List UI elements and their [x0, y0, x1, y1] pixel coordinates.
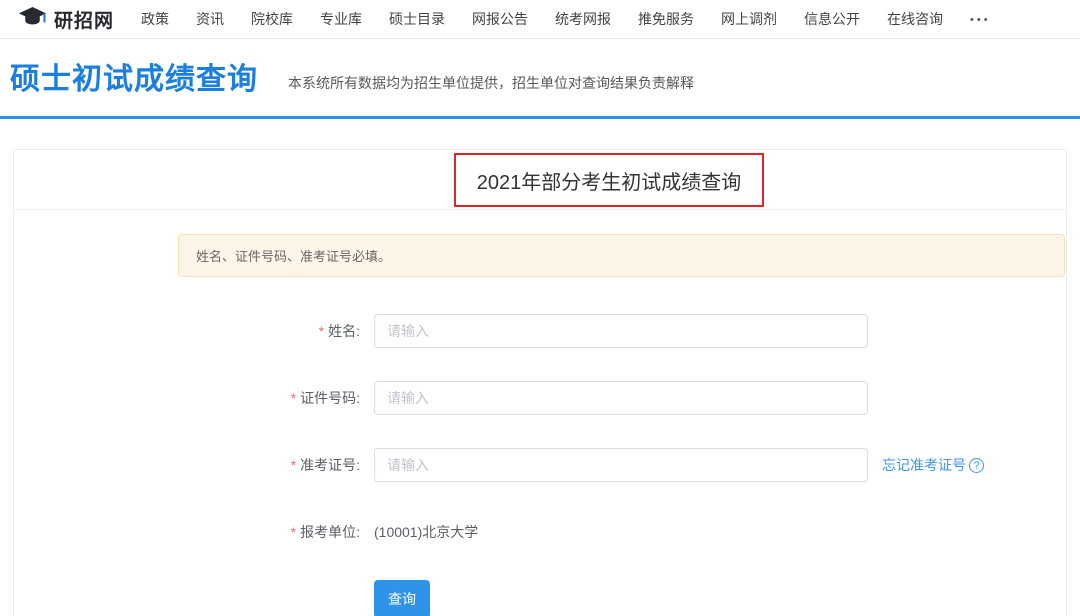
nav-item-news[interactable]: 资讯 [196, 11, 224, 27]
top-navbar: 研招网 政策 资讯 院校库 专业库 硕士目录 网报公告 统考网报 推免服务 网上… [0, 0, 1080, 39]
id-number-input[interactable] [374, 381, 868, 415]
query-button[interactable]: 查询 [374, 580, 430, 616]
red-annotation-box: 2021年部分考生初试成绩查询 [454, 153, 764, 207]
nav-item-exempt-service[interactable]: 推免服务 [638, 11, 694, 27]
card-header: 2021年部分考生初试成绩查询 [14, 150, 1066, 210]
target-institution-value: (10001)北京大学 [374, 522, 478, 542]
blue-divider [0, 116, 1080, 119]
page-subtitle: 本系统所有数据均为招生单位提供，招生单位对查询结果负责解释 [288, 73, 694, 93]
required-asterisk: * [291, 524, 296, 540]
card-body: 姓名、证件号码、准考证号必填。 *姓名: *证件号码: *准考证号: 忘记准考证… [14, 210, 1066, 616]
form-row-id-number: *证件号码: [14, 381, 1066, 415]
nav-item-policy[interactable]: 政策 [141, 11, 169, 27]
site-logo[interactable]: 研招网 [18, 6, 114, 33]
nav-item-online-report-notice[interactable]: 网报公告 [472, 11, 528, 27]
nav-item-college-library[interactable]: 院校库 [251, 11, 293, 27]
graduation-cap-icon [18, 6, 47, 33]
admission-ticket-label: *准考证号: [14, 455, 374, 475]
nav-item-online-adjustment[interactable]: 网上调剂 [721, 11, 777, 27]
required-asterisk: * [291, 457, 296, 473]
target-institution-label: *报考单位: [14, 522, 374, 542]
nav-more-ellipsis-icon[interactable]: ••• [970, 14, 991, 26]
id-number-label: *证件号码: [14, 388, 374, 408]
name-label: *姓名: [14, 321, 374, 341]
card-title: 2021年部分考生初试成绩查询 [477, 166, 742, 195]
nav-item-unified-exam-report[interactable]: 统考网报 [555, 11, 611, 27]
required-asterisk: * [319, 323, 324, 339]
required-asterisk: * [291, 390, 296, 406]
page-title: 硕士初试成绩查询 [10, 60, 258, 100]
forgot-ticket-link[interactable]: 忘记准考证号 ? [882, 455, 984, 475]
name-input[interactable] [374, 314, 868, 348]
admission-ticket-input[interactable] [374, 448, 868, 482]
score-query-form: *姓名: *证件号码: *准考证号: 忘记准考证号 ? *报考单位: (1000… [14, 314, 1066, 616]
nav-item-online-consult[interactable]: 在线咨询 [887, 11, 943, 27]
nav-item-info-disclosure[interactable]: 信息公开 [804, 11, 860, 27]
form-row-target-institution: *报考单位: (10001)北京大学 [14, 515, 1066, 549]
forgot-ticket-link-label: 忘记准考证号 [882, 455, 966, 475]
form-row-name: *姓名: [14, 314, 1066, 348]
site-name: 研招网 [54, 6, 114, 33]
nav-item-master-catalog[interactable]: 硕士目录 [389, 11, 445, 27]
form-row-admission-ticket: *准考证号: 忘记准考证号 ? [14, 448, 1066, 482]
form-row-submit: 查询 [14, 582, 1066, 616]
main-nav: 政策 资讯 院校库 专业库 硕士目录 网报公告 统考网报 推免服务 网上调剂 信… [114, 9, 991, 29]
required-fields-notice: 姓名、证件号码、准考证号必填。 [178, 234, 1065, 277]
nav-item-major-library[interactable]: 专业库 [320, 11, 362, 27]
query-card: 2021年部分考生初试成绩查询 姓名、证件号码、准考证号必填。 *姓名: *证件… [13, 149, 1067, 616]
page-header: 硕士初试成绩查询 本系统所有数据均为招生单位提供，招生单位对查询结果负责解释 [0, 39, 1080, 100]
question-circle-icon: ? [969, 458, 984, 473]
